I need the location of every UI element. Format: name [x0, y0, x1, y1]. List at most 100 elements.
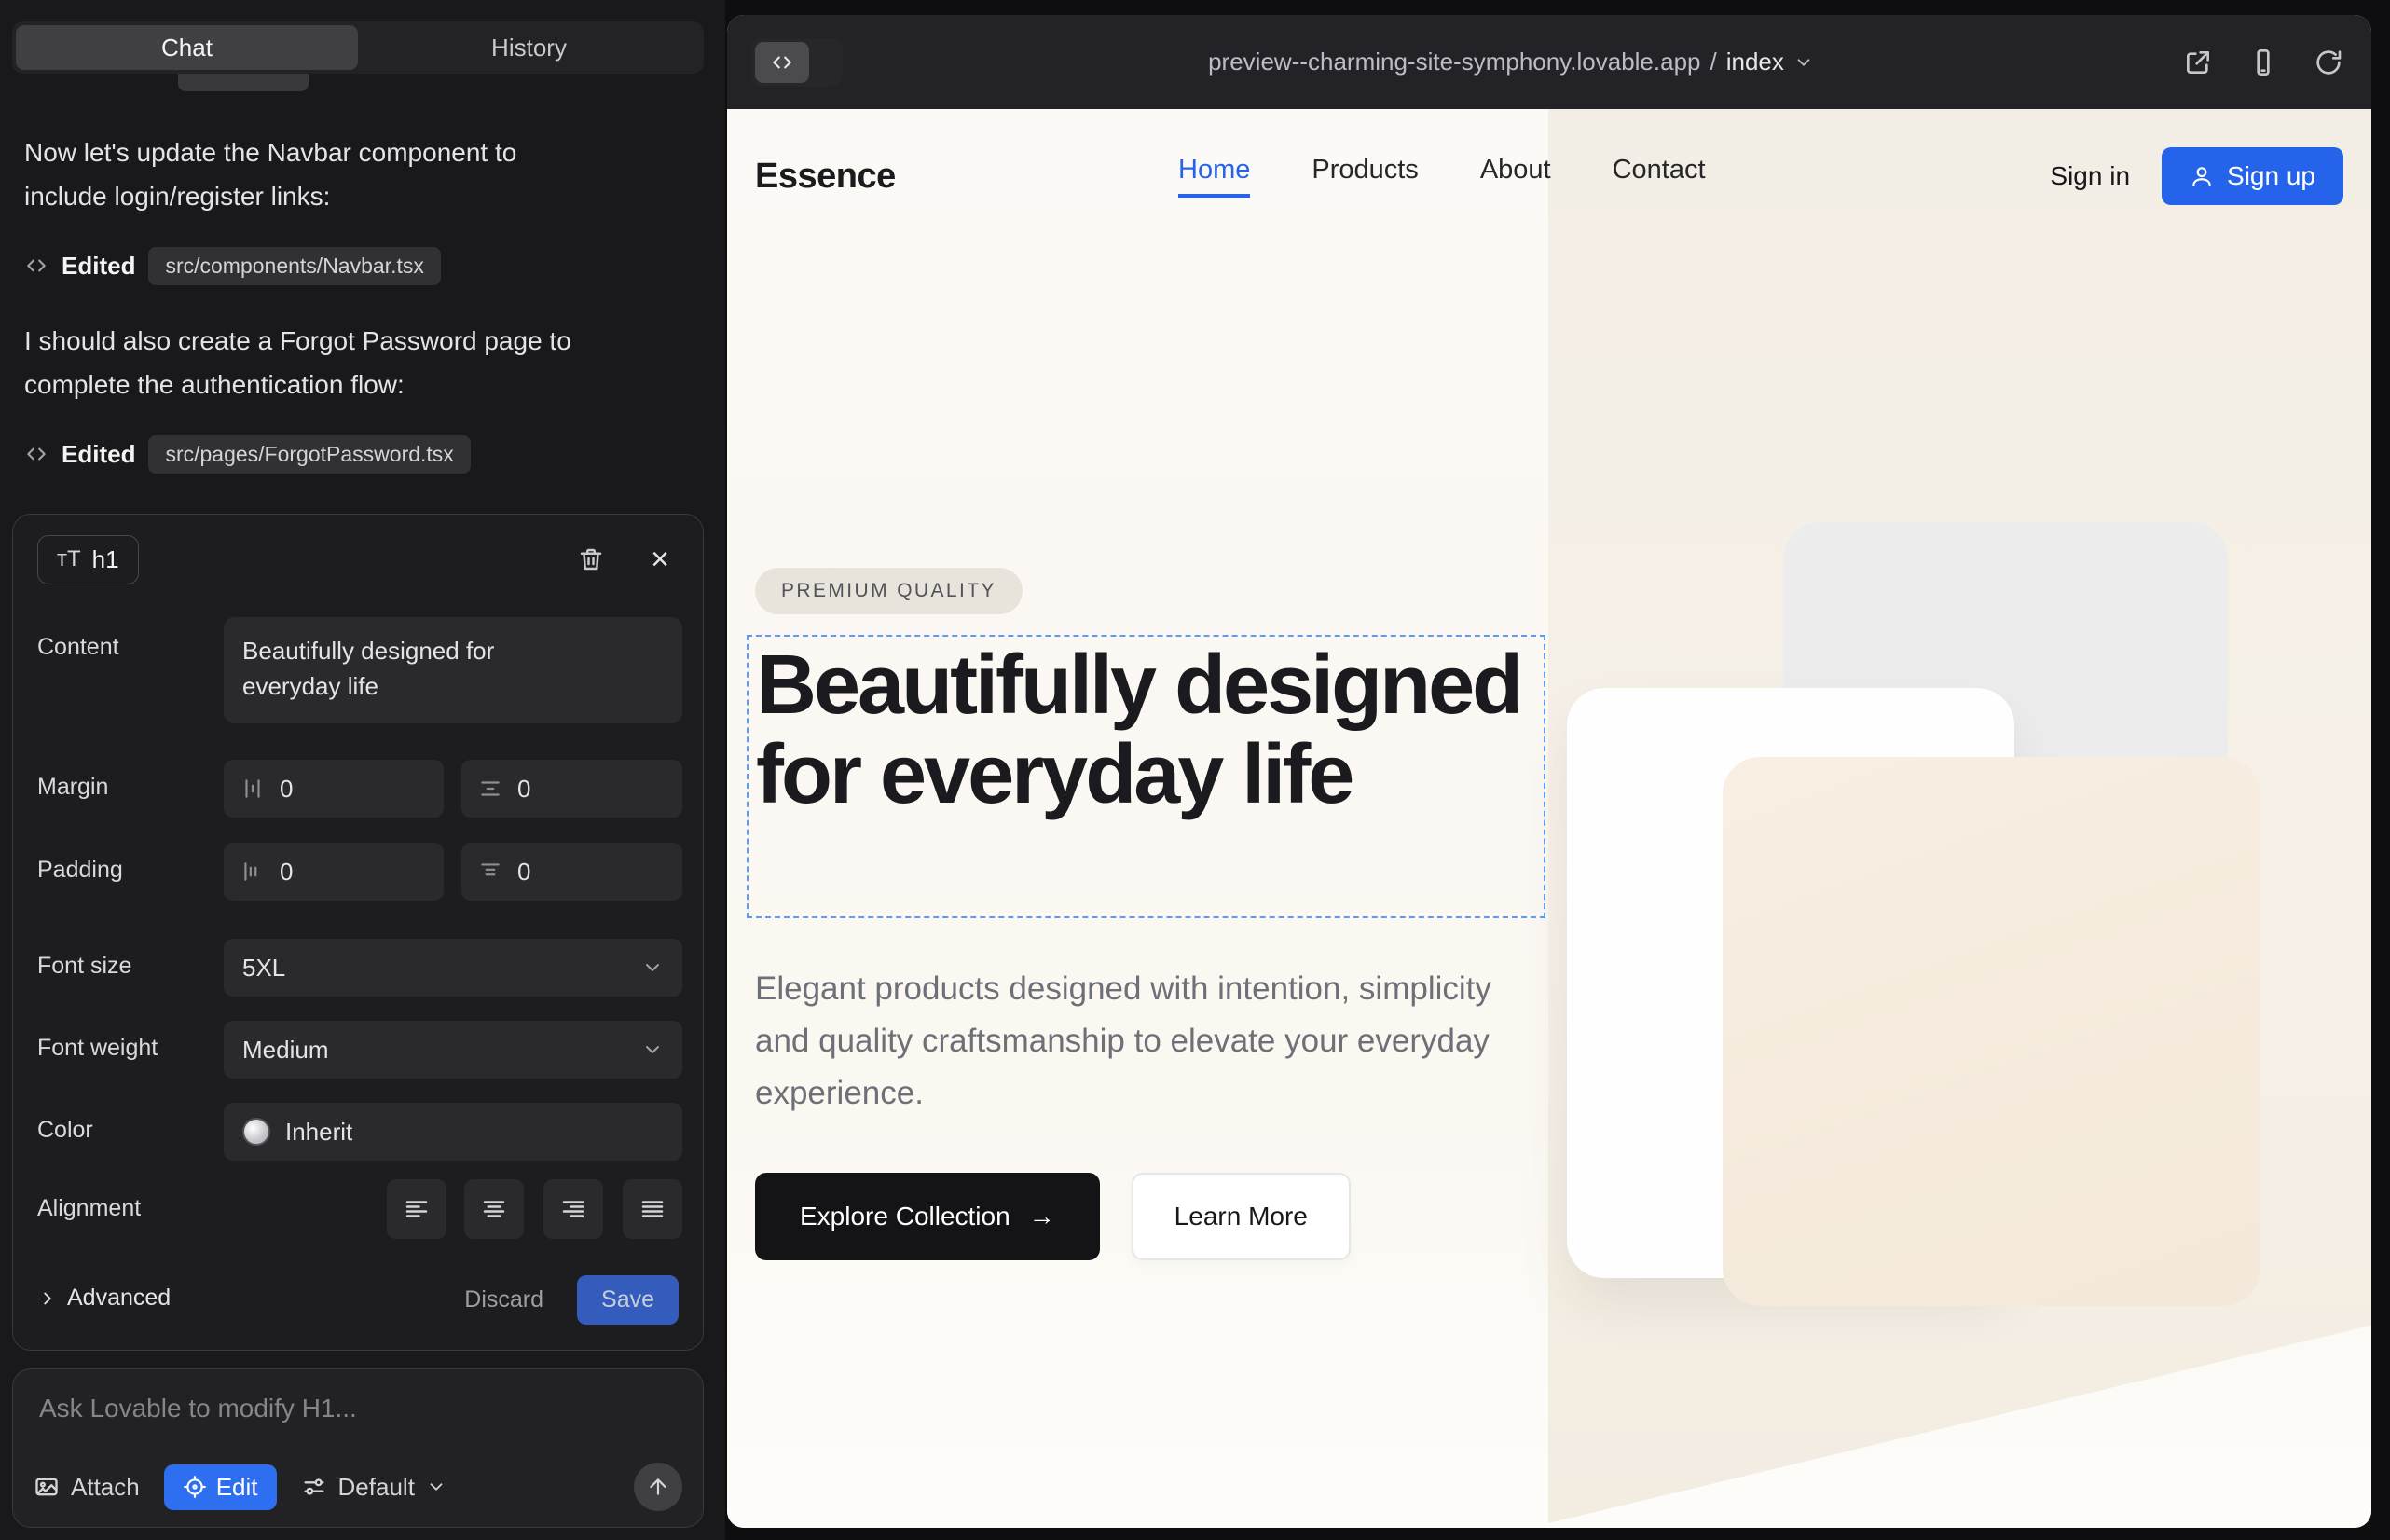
route-name: index	[1726, 48, 1784, 76]
edited-label: Edited	[62, 440, 135, 469]
alignment-label: Alignment	[37, 1195, 141, 1222]
trash-icon	[577, 545, 605, 573]
code-icon	[755, 42, 809, 83]
preview-url: preview--charming-site-symphony.lovable.…	[1208, 48, 1700, 76]
align-center-icon	[480, 1195, 508, 1223]
chat-panel: Chat History Now let's update the Navbar…	[0, 0, 725, 1540]
preview-browser-window: preview--charming-site-symphony.lovable.…	[727, 15, 2371, 1528]
inspector-header: тT h1 ×	[37, 531, 679, 587]
file-chip[interactable]: src/pages/ForgotPassword.tsx	[148, 435, 470, 474]
user-icon	[2190, 164, 2214, 188]
align-justify-button[interactable]	[623, 1179, 682, 1239]
element-tag-label: h1	[92, 545, 119, 574]
margin-label: Margin	[37, 774, 108, 801]
refresh-icon	[2314, 48, 2343, 77]
font-size-label: Font size	[37, 953, 131, 980]
padding-label: Padding	[37, 857, 123, 884]
content-label: Content	[37, 634, 119, 661]
sign-up-button[interactable]: Sign up	[2162, 147, 2343, 205]
type-icon: тT	[57, 546, 81, 572]
explore-collection-button[interactable]: Explore Collection →	[755, 1173, 1100, 1260]
margin-horizontal-icon	[240, 777, 265, 801]
chat-composer: Attach Edit Default	[12, 1368, 704, 1528]
align-left-icon	[403, 1195, 431, 1223]
url-separator: /	[1710, 48, 1717, 76]
edited-file-row: Edited src/components/Navbar.tsx	[24, 244, 441, 287]
font-weight-label: Font weight	[37, 1035, 158, 1062]
code-icon	[24, 442, 48, 466]
discard-button[interactable]: Discard	[464, 1286, 543, 1313]
delete-element-button[interactable]	[572, 541, 610, 578]
mobile-phone-icon	[2248, 48, 2278, 77]
hero-heading[interactable]: Beautifully designed for everyday life	[756, 640, 1530, 819]
color-select[interactable]: Inherit	[224, 1103, 682, 1161]
content-input[interactable]: Beautifully designed for everyday life	[224, 617, 682, 723]
chevron-right-icon	[37, 1288, 58, 1309]
premium-quality-badge: PREMIUM QUALITY	[755, 568, 1023, 614]
chat-message: Now let's update the Navbar component to…	[24, 131, 602, 218]
padding-x-input[interactable]: 0	[224, 843, 444, 901]
advanced-toggle[interactable]: Advanced	[37, 1285, 171, 1312]
model-default-select[interactable]: Default	[301, 1473, 446, 1502]
edit-mode-button[interactable]: Edit	[164, 1464, 277, 1510]
close-inspector-button[interactable]: ×	[641, 541, 679, 578]
color-label: Color	[37, 1117, 93, 1144]
sliders-icon	[301, 1474, 327, 1500]
nav-link-contact[interactable]: Contact	[1613, 155, 1706, 198]
align-left-button[interactable]	[387, 1179, 446, 1239]
save-button[interactable]: Save	[577, 1275, 679, 1325]
open-external-button[interactable]	[2179, 44, 2217, 81]
site-preview: Essence Home Products About Contact Sign…	[727, 109, 2371, 1528]
selected-element-pill[interactable]: тT h1	[37, 535, 139, 584]
align-right-button[interactable]	[543, 1179, 603, 1239]
nav-link-home[interactable]: Home	[1178, 155, 1250, 198]
mobile-preview-button[interactable]	[2245, 44, 2282, 81]
selected-element-outline[interactable]: Beautifully designed for everyday life	[747, 635, 1545, 918]
font-weight-select[interactable]: Medium	[224, 1021, 682, 1079]
align-justify-icon	[639, 1195, 666, 1223]
align-right-icon	[559, 1195, 587, 1223]
nav-links: Home Products About Contact	[1178, 155, 1706, 198]
image-icon	[34, 1474, 60, 1500]
file-chip[interactable]: src/components/Navbar.tsx	[148, 247, 440, 285]
refresh-button[interactable]	[2310, 44, 2347, 81]
hero-paragraph[interactable]: Elegant products designed with intention…	[755, 963, 1501, 1120]
edited-label: Edited	[62, 252, 135, 281]
element-inspector-panel: тT h1 × Content Beautifully desig	[12, 514, 704, 1351]
chat-message: I should also create a Forgot Password p…	[24, 319, 602, 406]
font-size-select[interactable]: 5XL	[224, 939, 682, 997]
arrow-right-icon: →	[1029, 1202, 1055, 1231]
margin-y-input[interactable]: 0	[461, 760, 682, 818]
chevron-down-icon	[641, 956, 664, 979]
chevron-down-icon	[1793, 52, 1814, 73]
color-swatch-icon	[242, 1118, 270, 1146]
chevron-down-icon	[641, 1038, 664, 1061]
composer-input[interactable]	[39, 1394, 673, 1423]
chevron-down-icon	[426, 1477, 446, 1497]
attach-button[interactable]: Attach	[34, 1473, 140, 1502]
nav-link-products[interactable]: Products	[1312, 155, 1418, 198]
padding-horizontal-icon	[240, 859, 265, 884]
url-bar[interactable]: preview--charming-site-symphony.lovable.…	[843, 48, 2179, 76]
edited-file-row: Edited src/pages/ForgotPassword.tsx	[24, 433, 471, 475]
code-icon	[24, 254, 48, 278]
tab-history[interactable]: History	[358, 25, 700, 70]
close-icon: ×	[651, 542, 669, 578]
send-button[interactable]	[634, 1463, 682, 1511]
sign-in-link[interactable]: Sign in	[2050, 161, 2130, 191]
padding-y-input[interactable]: 0	[461, 843, 682, 901]
browser-toolbar: preview--charming-site-symphony.lovable.…	[727, 15, 2371, 109]
external-link-icon	[2183, 48, 2213, 77]
align-center-button[interactable]	[464, 1179, 524, 1239]
padding-vertical-icon	[478, 859, 502, 884]
code-view-toggle[interactable]	[751, 38, 843, 87]
learn-more-button[interactable]: Learn More	[1132, 1173, 1351, 1260]
panel-tab-bar: Chat History	[12, 21, 704, 74]
margin-x-input[interactable]: 0	[224, 760, 444, 818]
brand-logo[interactable]: Essence	[755, 157, 896, 197]
tab-chat[interactable]: Chat	[16, 25, 358, 70]
decor-card-cream	[1723, 757, 2260, 1306]
margin-vertical-icon	[478, 777, 502, 801]
edit-target-icon	[183, 1475, 207, 1499]
nav-link-about[interactable]: About	[1480, 155, 1551, 198]
